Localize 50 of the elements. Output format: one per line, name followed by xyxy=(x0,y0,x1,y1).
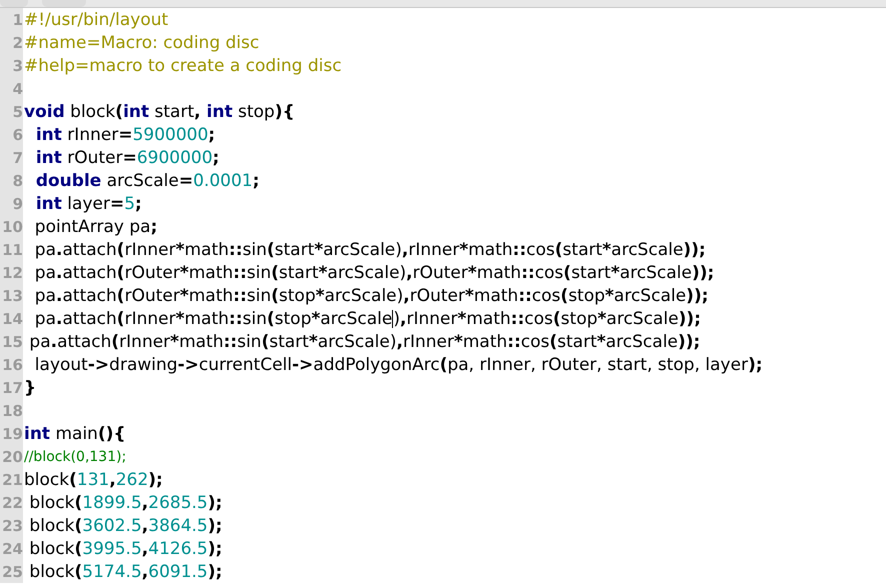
line-number: 8 xyxy=(12,172,23,190)
code-line: pa.attach(rOuter*math::sin(start*arcScale),rOuter*math::cos(start*arcScale)); xyxy=(34,262,714,282)
line-number: 25 xyxy=(2,562,23,580)
line-number: 1 xyxy=(12,10,23,28)
code-line: pa.attach(rInner*math::sin(start*arcScale),rInner*math::cos(start*arcScale)); xyxy=(34,240,706,260)
line-number: 16 xyxy=(2,356,23,374)
line-number: 20 xyxy=(2,448,23,466)
code-line: void block(int start, int stop){ xyxy=(24,102,295,122)
code-line: layout->drawing->currentCell->addPolygonArc(pa, rInner, rOuter, start, stop, layer); xyxy=(34,354,763,374)
line-number: 14 xyxy=(2,310,23,328)
line-number: 3 xyxy=(12,56,23,74)
code-line: pa.attach(rOuter*math::sin(stop*arcScale),rOuter*math::cos(stop*arcScale)); xyxy=(34,286,708,306)
tab[interactable] xyxy=(0,0,28,7)
code-line: block(131,262); xyxy=(24,470,163,490)
code-line: block(1899.5,2685.5); xyxy=(28,492,222,512)
code-line: int rInner=5900000; xyxy=(34,124,216,144)
line-number: 9 xyxy=(12,194,23,212)
line-number: 12 xyxy=(2,264,23,282)
code-line: block(5174.5,6091.5); xyxy=(28,562,222,582)
line-number: 21 xyxy=(2,470,23,488)
code-line: int rOuter=6900000; xyxy=(34,148,220,168)
code-line: int layer=5; xyxy=(34,194,142,214)
code-line: pointArray pa; xyxy=(34,216,158,236)
line-number: 17 xyxy=(2,378,23,396)
code-line: #!/usr/bin/layout xyxy=(24,10,168,30)
code-line: pa.attach(rInner*math::sin(start*arcScale),rInner*math::cos(start*arcScale)); xyxy=(28,332,700,352)
code-line: #help=macro to create a coding disc xyxy=(24,56,342,76)
code-line: } xyxy=(24,378,36,398)
line-number: 19 xyxy=(2,424,23,442)
line-number: 24 xyxy=(2,540,23,558)
code-line: block(3995.5,4126.5); xyxy=(28,538,222,558)
line-number: 23 xyxy=(2,516,23,534)
line-number: 5 xyxy=(12,102,23,120)
line-number: 11 xyxy=(2,240,23,258)
code-line: int main(){ xyxy=(24,424,126,444)
line-number: 4 xyxy=(12,80,23,98)
line-number: 10 xyxy=(2,218,23,236)
line-number: 13 xyxy=(2,286,23,304)
line-number: 22 xyxy=(2,494,23,512)
code-line: pa.attach(rInner*math::sin(stop*arcScale),rInner*math::cos(stop*arcScale)); xyxy=(34,308,701,328)
line-number: 6 xyxy=(12,126,23,144)
line-number: 15 xyxy=(2,332,23,350)
tab[interactable] xyxy=(42,0,86,7)
code-line: double arcScale=0.0001; xyxy=(34,170,260,190)
line-number: 18 xyxy=(2,402,23,420)
code-line: block(3602.5,3864.5); xyxy=(28,516,222,536)
line-number: 7 xyxy=(12,148,23,166)
code-line: #name=Macro: coding disc xyxy=(24,32,260,52)
code-line: //block(0,131); xyxy=(24,448,126,464)
line-number: 2 xyxy=(12,34,23,52)
